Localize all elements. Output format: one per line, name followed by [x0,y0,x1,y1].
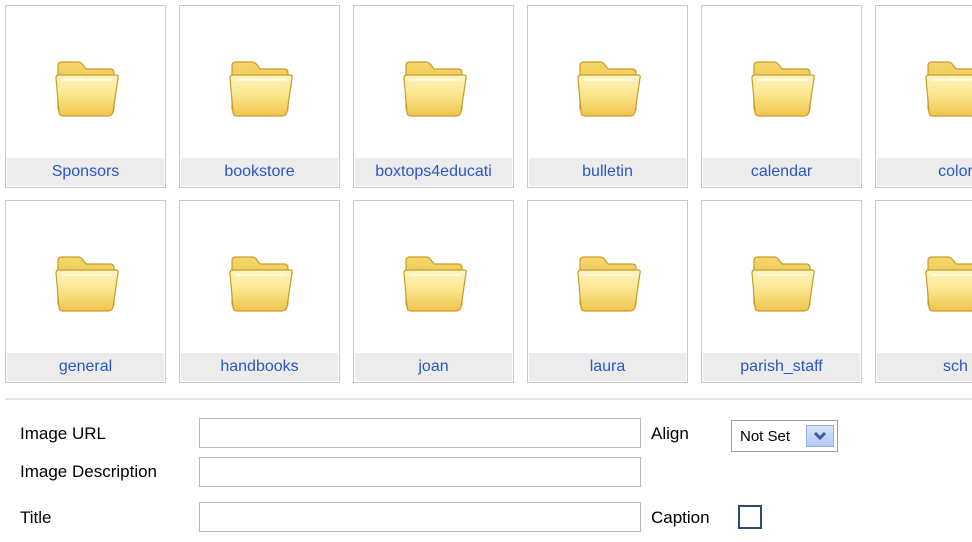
folder-tile-laura[interactable]: laura [527,200,688,383]
folder-label: color [877,158,972,186]
folder-tile-sch[interactable]: sch [875,200,972,383]
folder-label: parish_staff [703,353,860,381]
folder-tile-bulletin[interactable]: bulletin [527,5,688,188]
image-description-input[interactable] [199,457,641,487]
folder-icon [400,251,470,315]
folder-tile-bookstore[interactable]: bookstore [179,5,340,188]
folder-tile-general[interactable]: general [5,200,166,383]
align-select[interactable]: Not Set [731,420,838,452]
image-url-input[interactable] [199,418,641,448]
folder-tile-parish-staff[interactable]: parish_staff [701,200,862,383]
folder-icon [400,56,470,120]
folder-tile-sponsors[interactable]: Sponsors [5,5,166,188]
caption-checkbox[interactable] [738,505,762,529]
folder-label: bulletin [529,158,686,186]
folder-icon [922,56,972,120]
folder-label: boxtops4educati [355,158,512,186]
folder-label: handbooks [181,353,338,381]
folder-label: Sponsors [7,158,164,186]
folder-icon [52,251,122,315]
image-description-label: Image Description [20,462,158,481]
folder-row: Sponsors bookstore boxtops4educati bulle… [5,5,972,188]
folder-grid: Sponsors bookstore boxtops4educati bulle… [5,5,972,395]
folder-tile-calendar[interactable]: calendar [701,5,862,188]
image-url-label: Image URL [20,424,106,443]
align-label: Align [651,424,689,443]
caption-label: Caption [651,508,710,527]
align-select-value: Not Set [740,427,791,445]
folder-icon [922,251,972,315]
folder-tile-boxtops4education[interactable]: boxtops4educati [353,5,514,188]
folder-label: calendar [703,158,860,186]
folder-label: laura [529,353,686,381]
folder-icon [574,56,644,120]
chevron-down-icon[interactable] [806,425,834,447]
folder-tile-joan[interactable]: joan [353,200,514,383]
folder-icon [574,251,644,315]
folder-label: general [7,353,164,381]
folder-icon [748,56,818,120]
folder-label: bookstore [181,158,338,186]
folder-icon [52,56,122,120]
divider [5,398,972,400]
folder-icon [226,251,296,315]
folder-label: sch [877,353,972,381]
title-label: Title [20,508,52,527]
folder-icon [748,251,818,315]
folder-label: joan [355,353,512,381]
folder-row: general handbooks joan laura parish_staf… [5,200,972,383]
folder-tile-handbooks[interactable]: handbooks [179,200,340,383]
title-input[interactable] [199,502,641,532]
folder-icon [226,56,296,120]
folder-tile-color[interactable]: color [875,5,972,188]
image-manager: Sponsors bookstore boxtops4educati bulle… [0,0,972,542]
